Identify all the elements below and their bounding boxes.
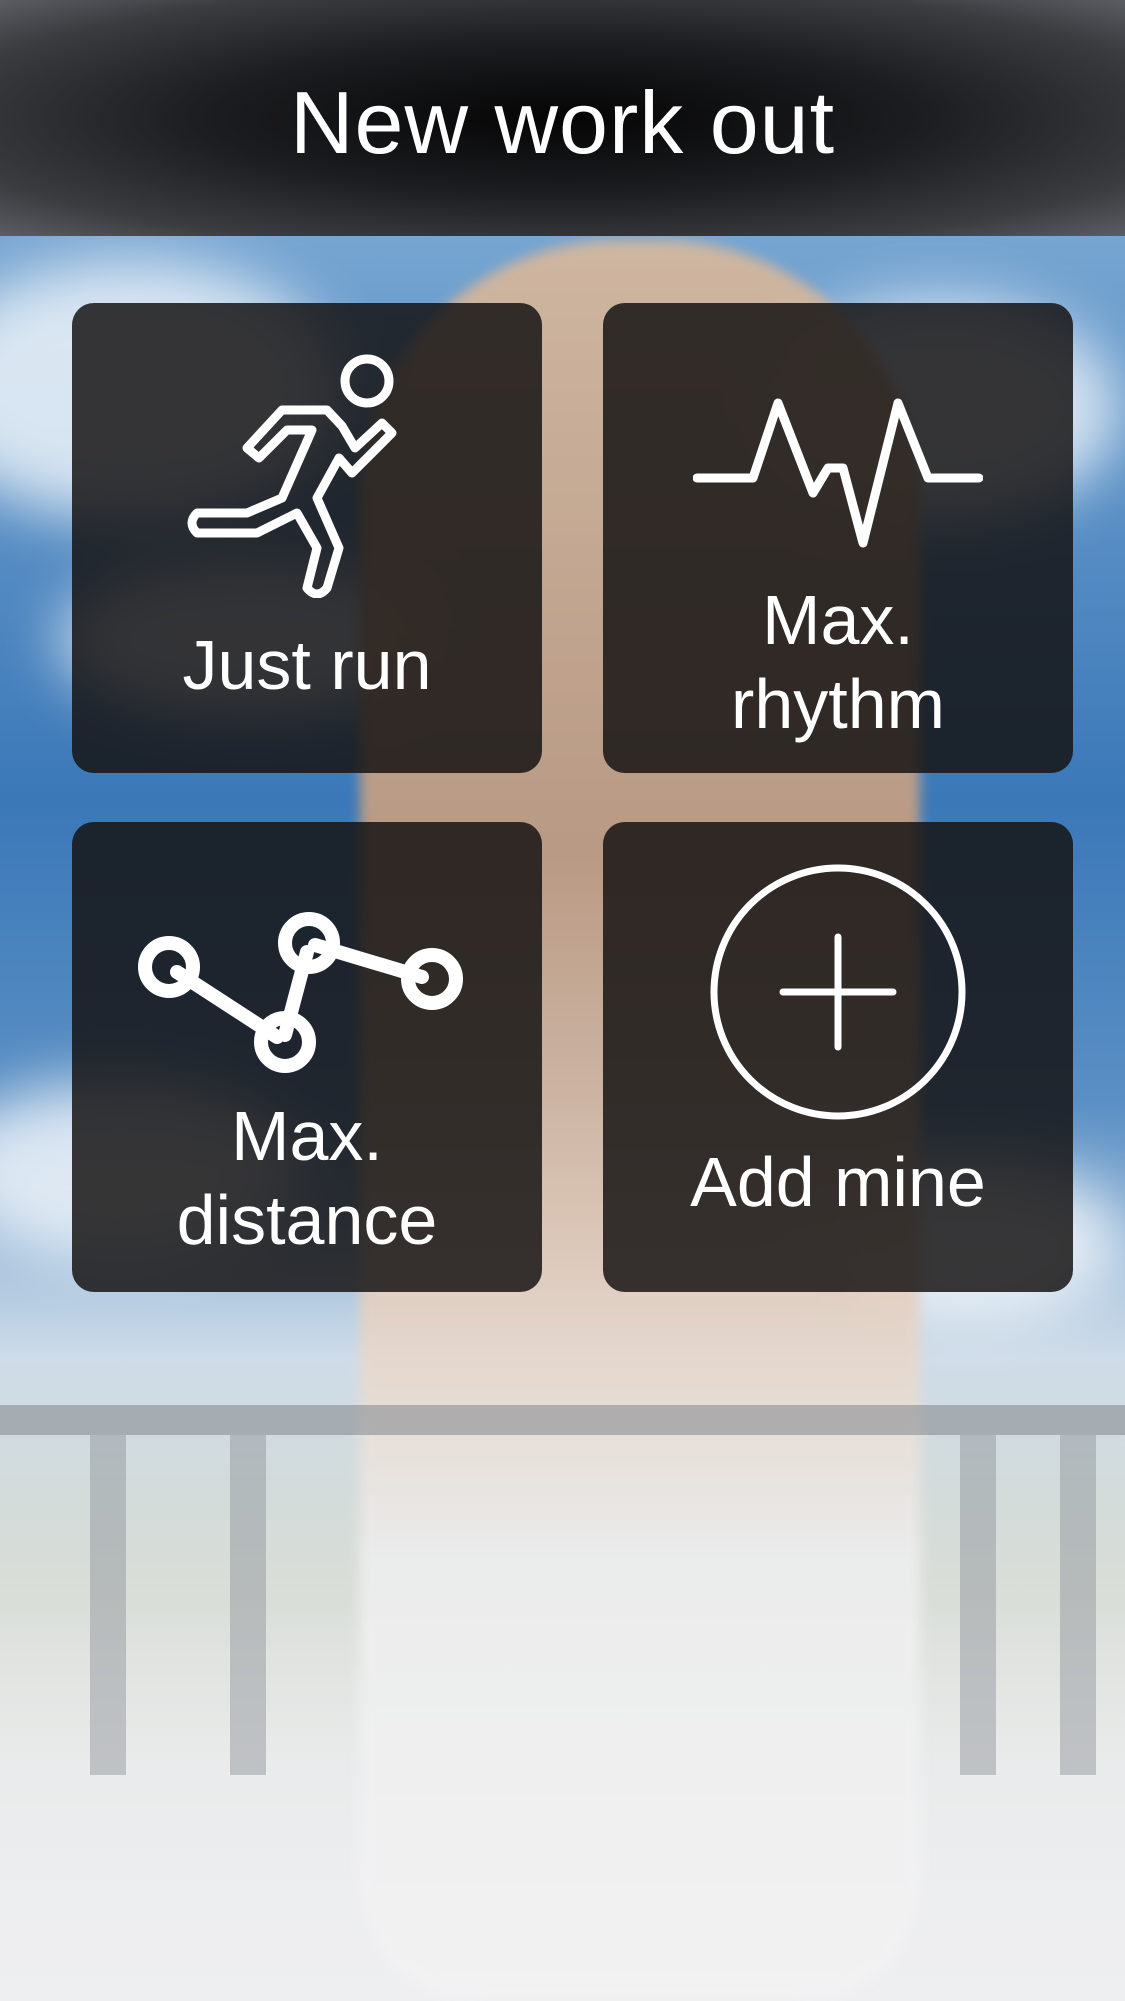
max-distance-button[interactable]: Max. distance [72,822,542,1292]
add-mine-label: Add mine [690,1143,986,1221]
max-distance-label-line1: Max. [231,1097,383,1175]
heartbeat-icon [603,393,1073,553]
route-icon [72,907,542,1087]
max-rhythm-button[interactable]: Max. rhythm [603,303,1073,773]
page-title: New work out [289,73,836,172]
header-bar: New work out [0,0,1125,236]
add-circle-icon [603,862,1073,1122]
runner-icon [72,348,542,598]
just-run-label: Just run [182,626,432,704]
max-rhythm-label-line2: rhythm [731,665,945,743]
just-run-button[interactable]: Just run [72,303,542,773]
max-rhythm-label-line1: Max. [762,581,914,659]
add-mine-button[interactable]: Add mine [603,822,1073,1292]
max-distance-label-line2: distance [176,1181,438,1259]
